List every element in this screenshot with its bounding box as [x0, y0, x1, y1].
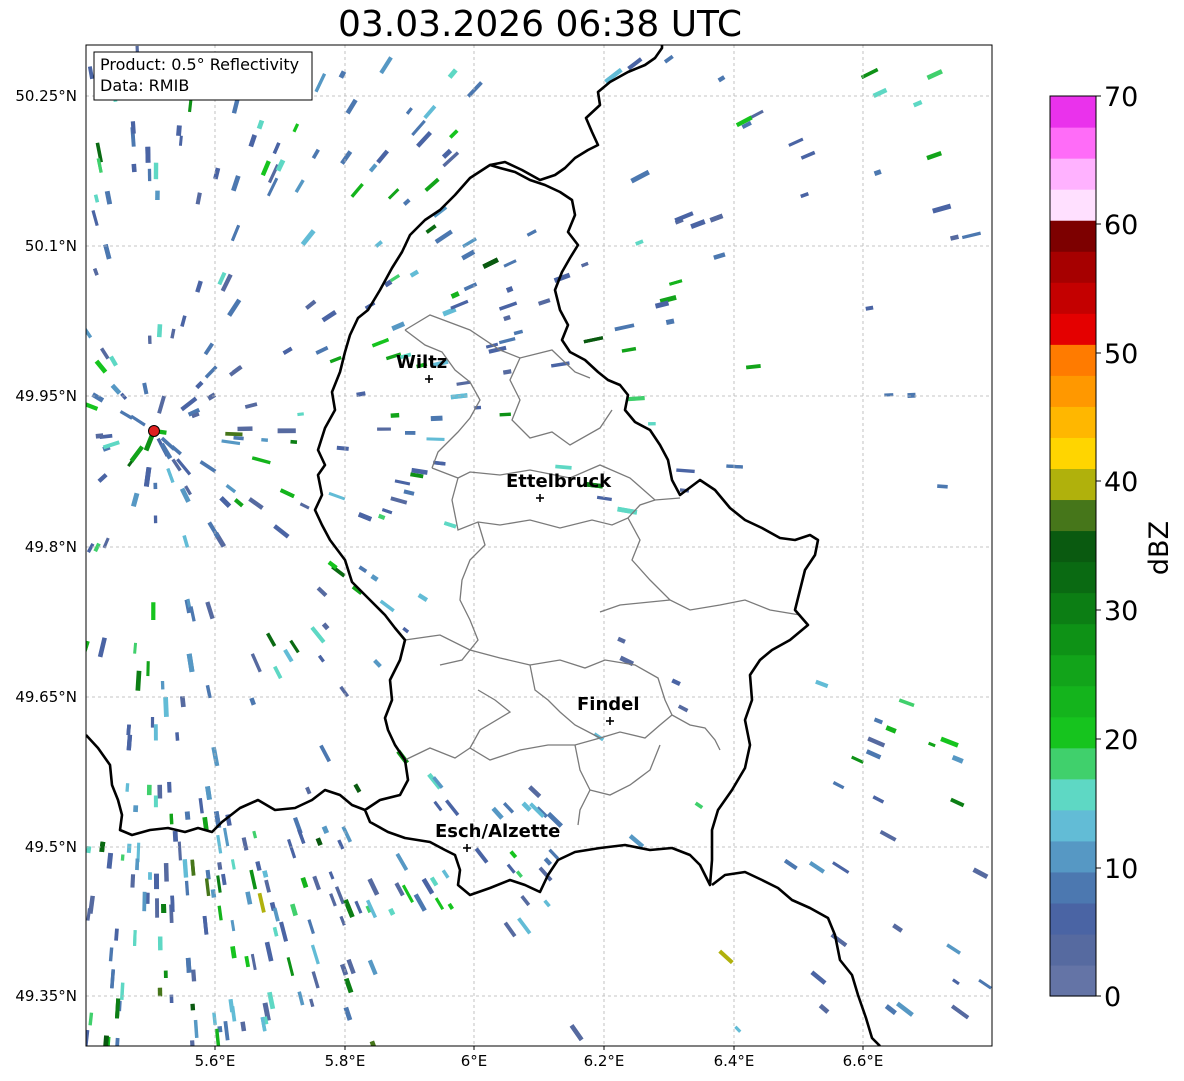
colorbar-segment: [1050, 871, 1096, 904]
lat-tick-label: 50.25°N: [15, 87, 77, 105]
lon-tick-label: 6.6°E: [843, 1052, 884, 1070]
lat-tick-label: 49.65°N: [15, 688, 77, 706]
colorbar-segment: [1050, 561, 1096, 594]
colorbar-segment: [1050, 902, 1096, 935]
colorbar-segment: [1050, 158, 1096, 190]
product-info-box: Product: 0.5° Reflectivity Data: RMIB: [93, 51, 313, 101]
colorbar-segment: [1050, 96, 1096, 128]
lat-tick-label: 49.95°N: [15, 387, 77, 405]
colorbar-segment: [1050, 127, 1096, 159]
colorbar-segment: [1050, 809, 1096, 842]
colorbar-segment: [1050, 623, 1096, 656]
product-text: Product: 0.5° Reflectivity: [100, 55, 299, 74]
colorbar-segment: [1050, 375, 1096, 407]
place-label-ettelbruck: Ettelbruck: [506, 471, 612, 492]
colorbar-segment: [1050, 654, 1096, 687]
source-text: Data: RMIB: [100, 76, 189, 95]
colorbar-segment: [1050, 406, 1096, 438]
colorbar-tick-label: 20: [1104, 725, 1138, 756]
colorbar-segment: [1050, 220, 1096, 252]
colorbar-tick-label: 60: [1104, 210, 1138, 241]
colorbar-segment: [1050, 468, 1096, 501]
colorbar-segment: [1050, 499, 1096, 532]
colorbar-tick-label: 10: [1104, 854, 1138, 885]
colorbar-segment: [1050, 437, 1096, 470]
lon-tick-label: 5.6°E: [195, 1052, 236, 1070]
colorbar-segment: [1050, 344, 1096, 376]
lon-tick-label: 6°E: [461, 1052, 488, 1070]
place-label-esch-alzette: Esch/Alzette: [435, 821, 560, 842]
y-axis-ticks: 50.25°N 50.1°N 49.95°N 49.8°N 49.65°N 49…: [15, 87, 77, 1005]
colorbar-tick-label: 50: [1104, 339, 1138, 370]
lat-tick-label: 49.8°N: [25, 538, 77, 556]
colorbar-segment: [1050, 251, 1096, 283]
colorbar-segment: [1050, 840, 1096, 873]
colorbar-segment: [1050, 716, 1096, 749]
colorbar-segment: [1050, 313, 1096, 345]
colorbar-tick-label: 40: [1104, 467, 1138, 498]
colorbar: [1049, 95, 1101, 997]
lon-tick-label: 5.8°E: [325, 1052, 366, 1070]
colorbar-ticks: 0 10 20 30 40 50 60 70: [1104, 82, 1138, 1013]
colorbar-tick-label: 70: [1104, 82, 1138, 113]
colorbar-segment: [1050, 778, 1096, 811]
colorbar-segment: [1050, 933, 1096, 966]
lat-tick-label: 49.35°N: [15, 987, 77, 1005]
lat-tick-label: 50.1°N: [25, 237, 77, 255]
lon-tick-label: 6.4°E: [714, 1052, 755, 1070]
colorbar-segment: [1050, 189, 1096, 221]
colorbar-segment: [1050, 685, 1096, 718]
lon-tick-label: 6.2°E: [584, 1052, 625, 1070]
colorbar-tick-label: 0: [1104, 982, 1121, 1013]
colorbar-segment: [1050, 282, 1096, 314]
colorbar-segment: [1050, 964, 1096, 997]
place-label-findel: Findel: [577, 694, 640, 715]
place-label-wiltz: Wiltz: [396, 352, 447, 373]
lat-tick-label: 49.5°N: [25, 838, 77, 856]
colorbar-segment: [1050, 592, 1096, 625]
x-axis-ticks: 5.6°E 5.8°E 6°E 6.2°E 6.4°E 6.6°E: [195, 1046, 884, 1070]
colorbar-segment: [1050, 530, 1096, 563]
colorbar-label: dBZ: [1144, 521, 1175, 575]
colorbar-segment: [1050, 747, 1096, 780]
radar-site-marker: [148, 425, 160, 437]
colorbar-tick-label: 30: [1104, 596, 1138, 627]
